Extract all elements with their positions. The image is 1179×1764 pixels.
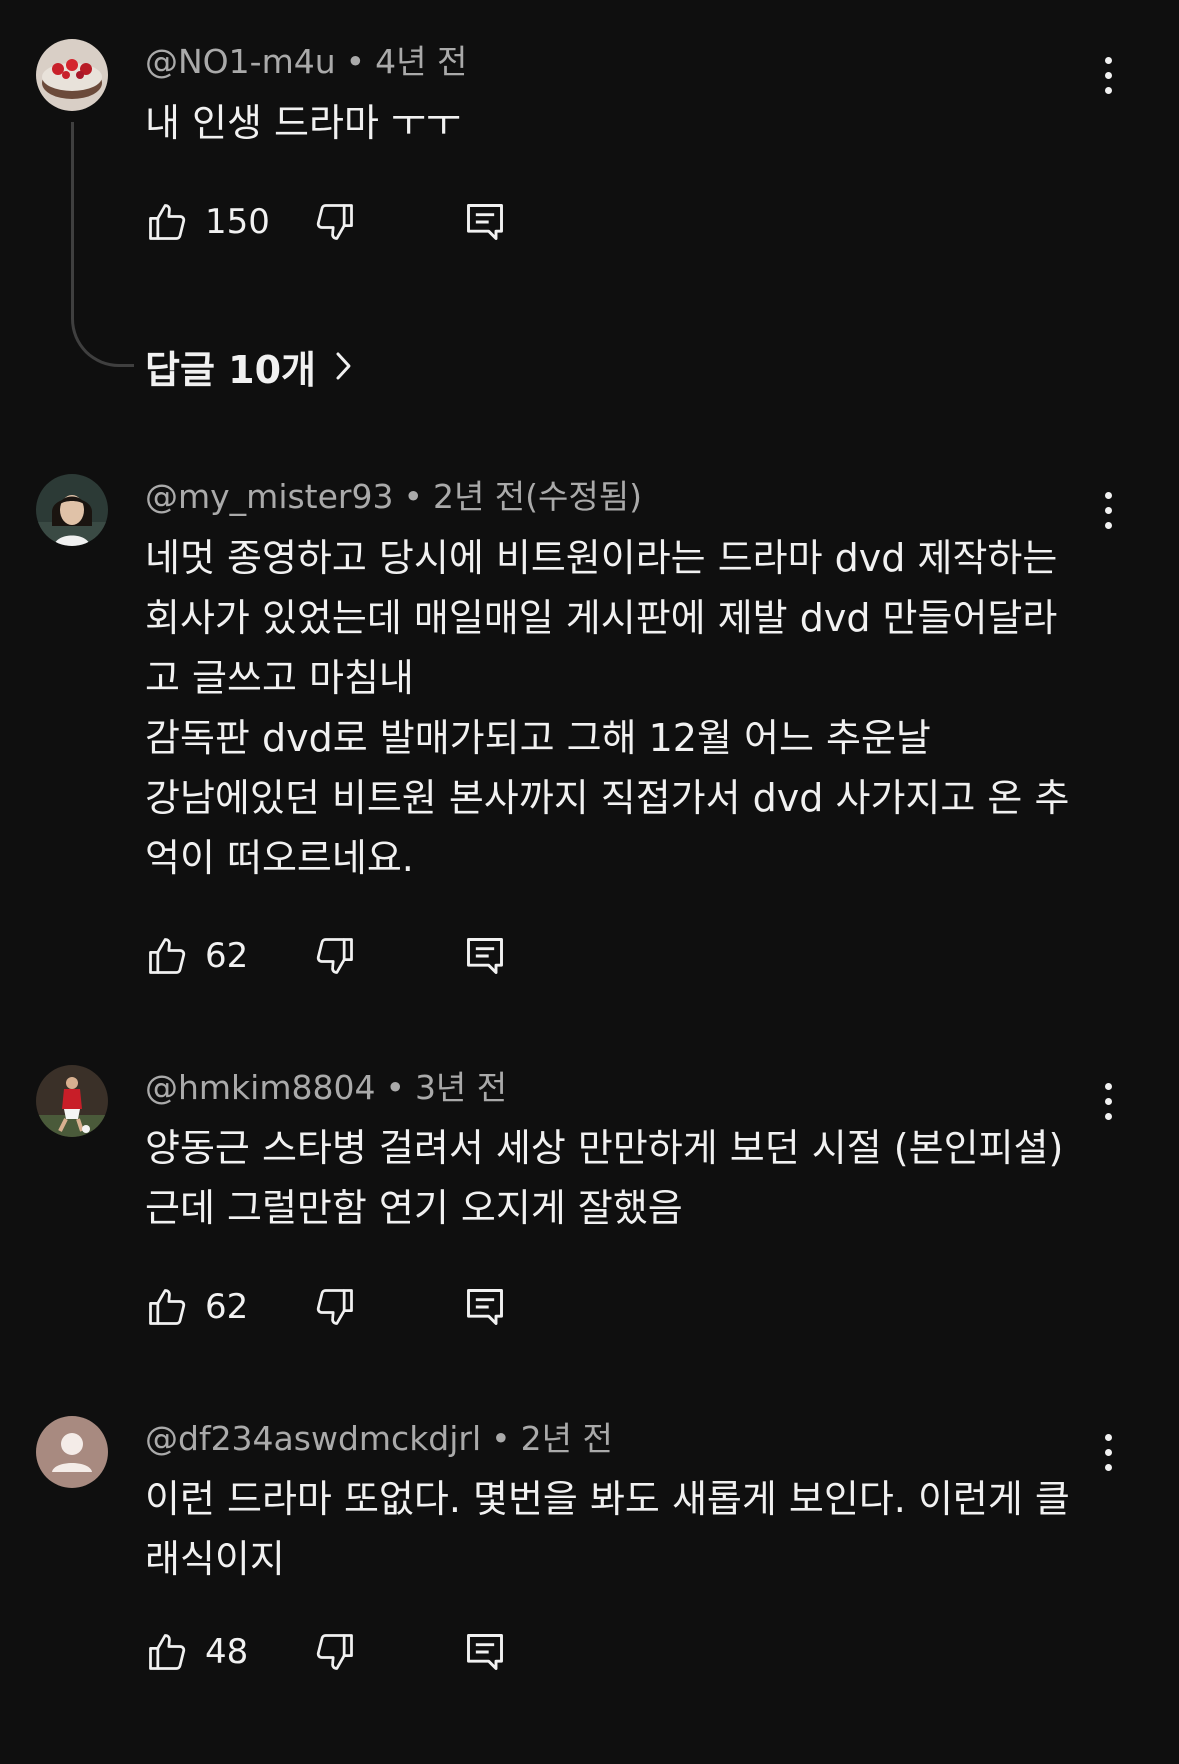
default-person-avatar (36, 1416, 108, 1488)
more-dot (1104, 56, 1112, 64)
meta-separator: • (403, 477, 423, 516)
comment-meta: @my_mister93 • 2년 전(수정됨) (145, 475, 642, 519)
like-button[interactable] (145, 1279, 189, 1335)
author-name[interactable]: @NO1-m4u (145, 42, 336, 81)
reply-button[interactable] (463, 1624, 507, 1680)
like-count: 48 (205, 1632, 249, 1672)
comment-text-line: 양동근 스타병 걸려서 세상 만만하게 보던 시절 (본인피셜) (145, 1126, 1064, 1170)
thumbs-up-icon (149, 1634, 186, 1670)
more-dot (1104, 1097, 1112, 1105)
comment-actions: 150 (145, 194, 545, 250)
author-name[interactable]: @df234aswdmckdjrl (145, 1419, 481, 1458)
comment-text: 이런 드라마 또없다. 몇번을 봐도 새롭게 보인다. 이런게 클 래식이지 (145, 1469, 1105, 1589)
more-dot (1104, 1112, 1112, 1120)
comment-text-line: 내 인생 드라마 ㅜㅜ (145, 101, 461, 145)
dislike-button[interactable] (313, 1624, 357, 1680)
thumbs-down-icon (316, 204, 353, 240)
author-avatar[interactable] (36, 1416, 108, 1488)
thumbs-down-icon (316, 1289, 353, 1325)
more-dot (1104, 86, 1112, 94)
comment-text-line: 고 글쓰고 마침내 (145, 656, 414, 700)
dislike-button[interactable] (313, 194, 357, 250)
comment-text-line: 강남에있던 비트원 본사까지 직접가서 dvd 사가지고 온 추 (145, 776, 1070, 820)
author-avatar[interactable] (36, 39, 108, 111)
like-button[interactable] (145, 194, 189, 250)
chevron-right-icon (336, 352, 351, 380)
comment-text-line: 근데 그럴만함 연기 오지게 잘했음 (145, 1186, 683, 1230)
thumbs-down-icon (316, 1634, 353, 1670)
comment-text-line: 네멋 종영하고 당시에 비트원이라는 드라마 dvd 제작하는 (145, 536, 1058, 580)
reply-comment-icon (467, 938, 503, 974)
comment-text: 양동근 스타병 걸려서 세상 만만하게 보던 시절 (본인피셜) 근데 그럴만함… (145, 1118, 1105, 1238)
author-name[interactable]: @my_mister93 (145, 477, 393, 516)
comment-text-line: 래식이지 (145, 1537, 285, 1581)
meta-separator: • (385, 1068, 405, 1107)
like-count: 150 (205, 202, 270, 242)
view-replies-button[interactable]: 답글 10개 (145, 338, 354, 394)
dislike-button[interactable] (313, 928, 357, 984)
thumbs-down-icon (316, 938, 353, 974)
replies-label: 답글 10개 (145, 347, 316, 392)
dislike-button[interactable] (313, 1279, 357, 1335)
thumbs-up-icon (149, 938, 186, 974)
reply-comment-icon (467, 204, 503, 240)
reply-thread-line (71, 122, 134, 367)
comment-meta: @NO1-m4u • 4년 전 (145, 40, 467, 84)
reply-button[interactable] (463, 1279, 507, 1335)
like-count: 62 (205, 936, 249, 976)
reply-comment-icon (467, 1634, 503, 1670)
comment-text: 내 인생 드라마 ㅜㅜ (145, 93, 1105, 153)
reply-button[interactable] (463, 928, 507, 984)
soccer-photo-avatar (36, 1065, 108, 1137)
meta-separator: • (345, 42, 366, 81)
like-button[interactable] (145, 928, 189, 984)
like-count: 62 (205, 1287, 249, 1327)
comment-actions: 62 (145, 1279, 545, 1335)
comment-meta: @hmkim8804 • 3년 전 (145, 1066, 507, 1110)
comment-text-line: 감독판 dvd로 발매가되고 그해 12월 어느 추운날 (145, 716, 931, 760)
more-dot (1104, 1463, 1112, 1471)
comment-age: 3년 전 (414, 1068, 508, 1107)
more-dot (1104, 71, 1112, 79)
more-dot (1104, 1082, 1112, 1090)
cake-photo-avatar (36, 39, 108, 111)
author-name[interactable]: @hmkim8804 (145, 1068, 375, 1107)
comment-text: 네멋 종영하고 당시에 비트원이라는 드라마 dvd 제작하는 회사가 있었는데… (145, 528, 1105, 888)
like-button[interactable] (145, 1624, 189, 1680)
comment-meta: @df234aswdmckdjrl • 2년 전 (145, 1417, 613, 1461)
comment-text-line: 억이 떠오르네요. (145, 836, 414, 880)
author-avatar[interactable] (36, 474, 108, 546)
meta-separator: • (491, 1419, 511, 1458)
thumbs-up-icon (149, 1289, 186, 1325)
more-dot (1104, 1448, 1112, 1456)
more-dot (1104, 521, 1112, 529)
comment-age: 2년 전 (520, 1419, 613, 1458)
reply-comment-icon (467, 1289, 503, 1325)
more-dot (1104, 1433, 1112, 1441)
comment-text-line: 이런 드라마 또없다. 몇번을 봐도 새롭게 보인다. 이런게 클 (145, 1477, 1070, 1521)
comment-actions: 62 (145, 928, 545, 984)
comment-text-line: 회사가 있었는데 매일매일 게시판에 제발 dvd 만들어달라 (145, 596, 1058, 640)
author-avatar[interactable] (36, 1065, 108, 1137)
comment-age: 4년 전 (375, 42, 468, 81)
thumbs-up-icon (149, 204, 186, 240)
reply-button[interactable] (463, 194, 507, 250)
more-dot (1104, 491, 1112, 499)
comment-age: 2년 전(수정됨) (432, 477, 642, 516)
comment-actions: 48 (145, 1624, 545, 1680)
person-photo-avatar (36, 474, 108, 546)
more-dot (1104, 506, 1112, 514)
